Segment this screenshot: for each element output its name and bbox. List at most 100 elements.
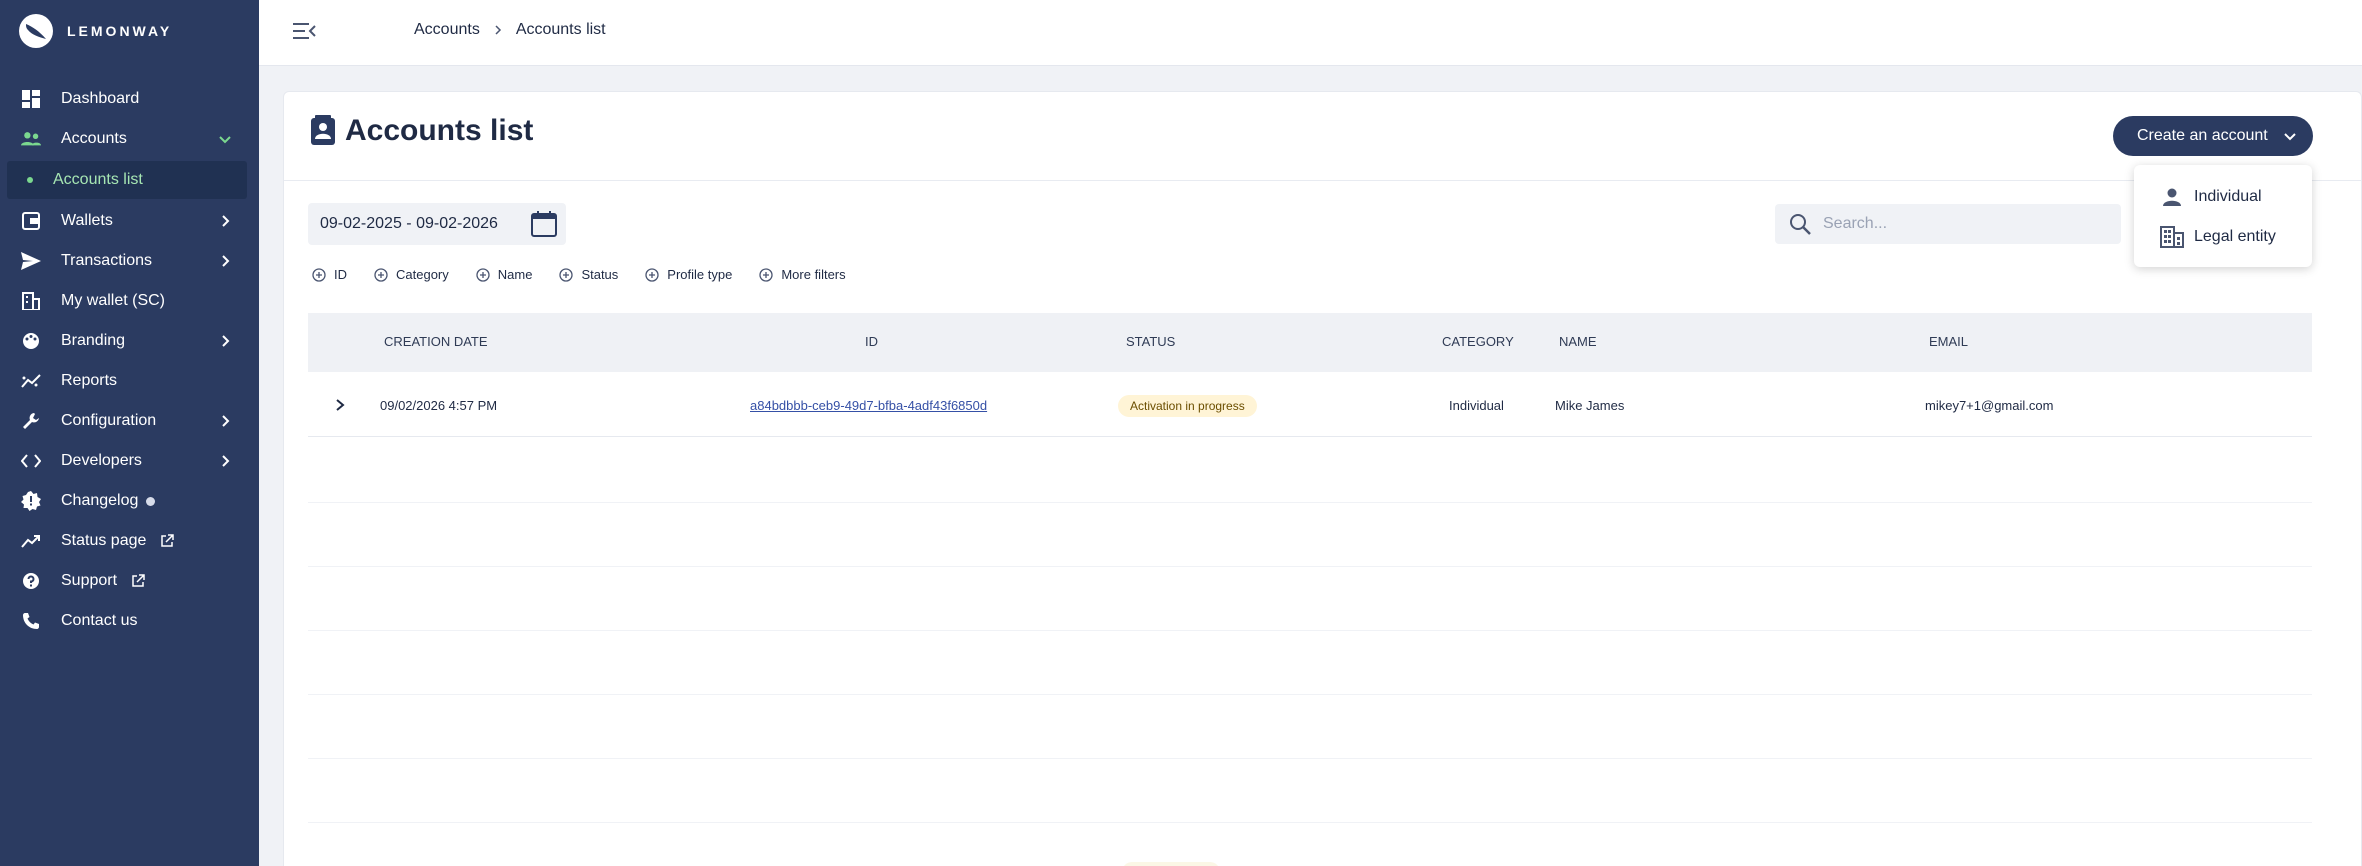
column-header-email[interactable]: EMAIL — [1929, 334, 1968, 349]
chevron-right-icon — [222, 215, 230, 227]
column-header-id[interactable]: ID — [865, 334, 878, 349]
top-bar: Accounts Accounts list — [259, 0, 2362, 66]
cell-account-id-link[interactable]: a84bdbbb-ceb9-49d7-bfba-4adf43f6850d — [750, 398, 987, 413]
plus-circle-icon — [476, 267, 490, 282]
new-indicator-dot — [146, 496, 156, 506]
plus-circle-icon — [759, 267, 773, 282]
sidebar-item-changelog[interactable]: Changelog — [7, 481, 247, 521]
breadcrumb-accounts-list: Accounts list — [515, 21, 606, 38]
plus-circle-icon — [645, 267, 659, 282]
dropdown-item-legal-entity[interactable]: Legal entity — [2160, 225, 2276, 249]
column-header-status[interactable]: STATUS — [1126, 334, 1175, 349]
sidebar-item-label: My wallet (SC) — [61, 292, 166, 309]
sidebar-item-transactions[interactable]: Transactions — [7, 241, 247, 281]
sidebar-item-status-page[interactable]: Status page — [7, 521, 247, 561]
table-row[interactable]: 09/02/2026 4:57 PM a84bdbbb-ceb9-49d7-bf… — [308, 373, 2312, 437]
badge-icon — [21, 491, 41, 511]
page-title: Accounts list — [309, 114, 533, 148]
row-divider — [308, 630, 2312, 631]
external-link-icon — [161, 534, 175, 547]
chevron-down-icon — [219, 136, 231, 144]
create-account-dropdown: Individual Legal entity — [2134, 165, 2312, 267]
chevron-right-icon[interactable] — [332, 397, 348, 413]
trend-icon — [21, 531, 41, 551]
filter-name[interactable]: Name — [476, 267, 532, 282]
contact-book-icon — [311, 115, 335, 145]
cell-creation-date: 09/02/2026 4:57 PM — [380, 398, 498, 413]
create-account-label: Create an account — [2137, 127, 2268, 144]
dashboard-icon — [21, 89, 41, 109]
building-icon — [2160, 225, 2184, 249]
sidebar-item-label: Accounts — [61, 130, 127, 147]
create-account-button[interactable]: Create an account — [2113, 116, 2313, 156]
loading-placeholder — [1122, 862, 1220, 866]
brand-name: LEMONWAY — [67, 23, 173, 39]
sidebar: LEMONWAY Dashboard Accounts Accounts lis… — [0, 0, 259, 866]
column-header-name[interactable]: NAME — [1559, 334, 1597, 349]
cell-category: Individual — [1449, 398, 1504, 413]
dropdown-item-label: Legal entity — [2194, 228, 2276, 245]
chart-icon — [21, 371, 41, 391]
sidebar-item-label: Wallets — [61, 212, 113, 229]
filter-profile-type[interactable]: Profile type — [645, 267, 732, 282]
dropdown-item-individual[interactable]: Individual — [2160, 185, 2262, 209]
status-badge: Activation in progress — [1118, 395, 1257, 417]
sidebar-item-label: Changelog — [61, 492, 139, 509]
filter-status[interactable]: Status — [559, 267, 618, 282]
external-link-icon — [132, 574, 145, 587]
row-divider — [308, 694, 2312, 695]
building-icon — [21, 291, 41, 311]
sidebar-item-accounts[interactable]: Accounts — [7, 119, 247, 159]
sidebar-item-my-wallet[interactable]: My wallet (SC) — [7, 281, 247, 321]
filter-category[interactable]: Category — [374, 267, 449, 282]
filter-label: Status — [581, 267, 619, 282]
search-icon — [1790, 214, 1811, 235]
filter-label: More filters — [781, 267, 846, 282]
search-input[interactable] — [1823, 215, 2103, 233]
filter-more[interactable]: More filters — [759, 267, 846, 282]
calendar-icon[interactable] — [530, 210, 558, 238]
brand-logo[interactable]: LEMONWAY — [19, 14, 172, 48]
chevron-right-icon — [222, 255, 230, 267]
sidebar-item-label: Status page — [61, 532, 147, 549]
filter-id[interactable]: ID — [312, 267, 347, 282]
send-icon — [21, 251, 41, 271]
chevron-down-icon — [2284, 133, 2296, 141]
sidebar-item-label: Transactions — [61, 252, 152, 269]
sidebar-item-support[interactable]: Support — [7, 561, 247, 601]
breadcrumb-accounts[interactable]: Accounts — [414, 21, 480, 39]
column-header-category[interactable]: CATEGORY — [1442, 334, 1514, 349]
sidebar-item-configuration[interactable]: Configuration — [7, 401, 247, 441]
column-header-creation-date[interactable]: CREATION DATE — [384, 334, 488, 349]
person-icon — [2160, 185, 2184, 209]
sidebar-item-label: Branding — [61, 332, 126, 349]
row-divider — [308, 822, 2312, 823]
users-icon — [21, 129, 41, 149]
sidebar-item-developers[interactable]: Developers — [7, 441, 247, 481]
row-divider — [308, 502, 2312, 503]
sidebar-item-wallets[interactable]: Wallets — [7, 201, 247, 241]
sidebar-item-label: Support — [61, 572, 118, 589]
sidebar-item-dashboard[interactable]: Dashboard — [7, 79, 247, 119]
palette-icon — [21, 331, 41, 351]
sidebar-item-contact-us[interactable]: Contact us — [7, 601, 247, 641]
row-divider — [308, 758, 2312, 759]
date-range-picker[interactable]: 09-02-2025 - 09-02-2026 — [308, 203, 566, 245]
plus-circle-icon — [374, 267, 388, 282]
wrench-icon — [21, 411, 41, 431]
plus-circle-icon — [312, 267, 326, 282]
sidebar-item-accounts-list[interactable]: Accounts list — [7, 161, 247, 199]
filter-bar: ID Category Name Status Profile type Mor… — [312, 267, 873, 282]
row-divider — [308, 566, 2312, 567]
sidebar-item-branding[interactable]: Branding — [7, 321, 247, 361]
card-header: Accounts list Create an account — [284, 92, 2361, 181]
sidebar-item-reports[interactable]: Reports — [7, 361, 247, 401]
cell-name: Mike James — [1555, 398, 1625, 413]
sidebar-item-label: Dashboard — [61, 90, 140, 107]
sidebar-item-label: Developers — [61, 452, 142, 469]
sidebar-nav: Dashboard Accounts Accounts list Wallets… — [7, 79, 247, 641]
page-title-text: Accounts list — [345, 114, 534, 147]
collapse-menu-icon[interactable] — [291, 20, 317, 42]
sidebar-item-label: Accounts list — [53, 171, 143, 188]
sidebar-item-label: Contact us — [61, 612, 138, 629]
